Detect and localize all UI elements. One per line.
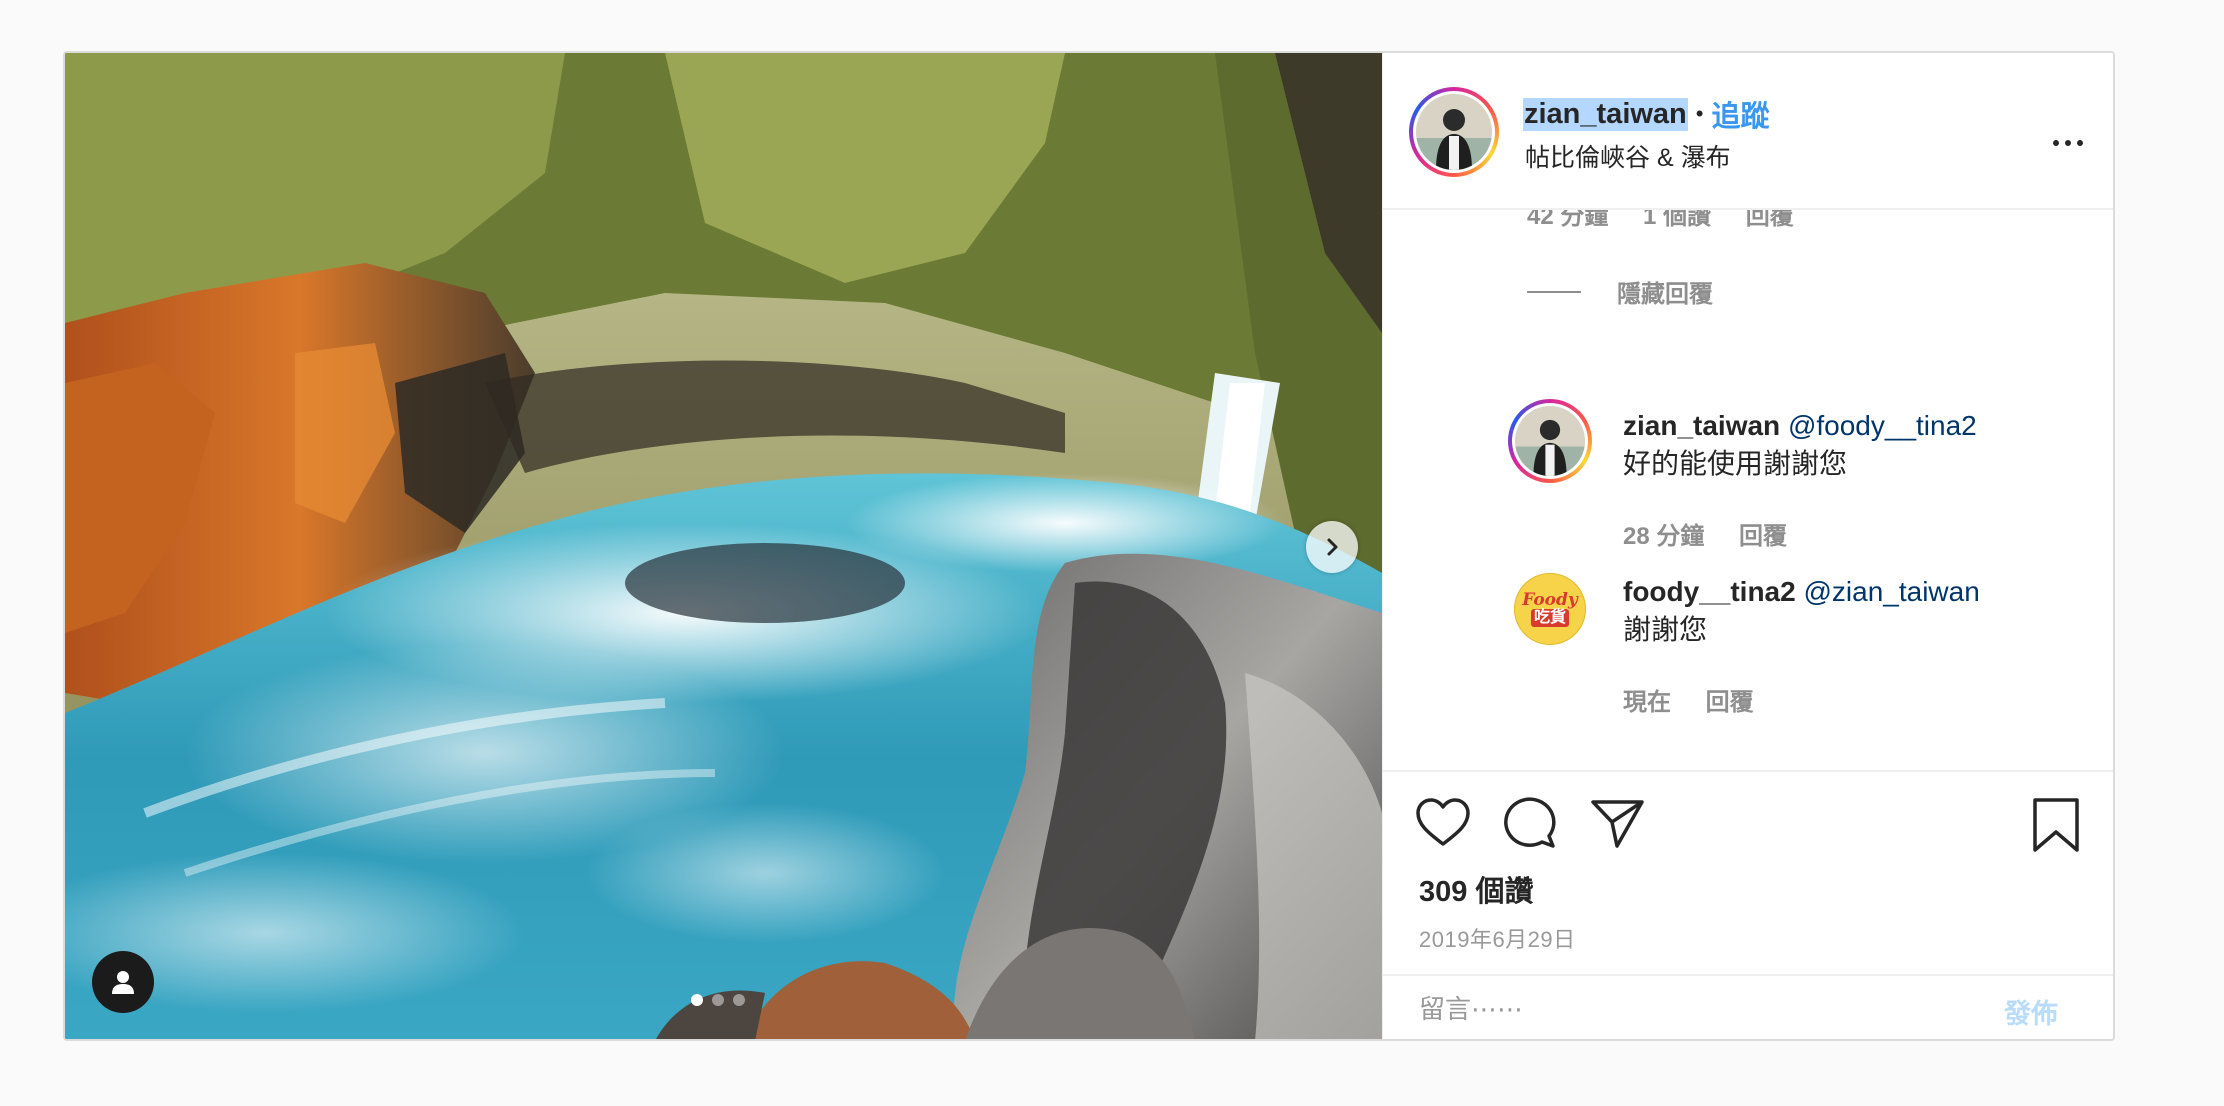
reply-body: 謝謝您	[1623, 614, 1708, 645]
reply-button[interactable]: 回覆	[1739, 523, 1787, 550]
like-count[interactable]: 309 個讚	[1419, 868, 1533, 910]
reply-username[interactable]: zian_taiwan	[1623, 410, 1780, 441]
more-options-icon[interactable]	[2043, 123, 2093, 163]
carousel-dot	[712, 994, 724, 1006]
reply-username[interactable]: foody__tina2	[1623, 576, 1796, 607]
post-comment-button[interactable]: 發佈	[2004, 992, 2058, 1031]
reply-button[interactable]: 回覆	[1706, 689, 1754, 716]
post-header: zian_taiwan • 追蹤 帖比倫峽谷 & 瀑布	[1383, 53, 2113, 210]
author-username[interactable]: zian_taiwan	[1523, 97, 1688, 131]
add-comment-bar: 發佈	[1383, 974, 2113, 1039]
reply-mention[interactable]: @zian_taiwan	[1803, 576, 1979, 607]
reply-meta: 現在 回覆	[1623, 682, 1782, 717]
reply-comment: foody__tina2 @zian_taiwan 謝謝您	[1623, 573, 1980, 649]
chevron-right-icon	[1327, 538, 1338, 556]
hide-replies-label: 隱藏回覆	[1617, 281, 1713, 308]
comment-like-count[interactable]: 1 個讚	[1643, 210, 1711, 230]
previous-comment-meta: 42 分鐘 1 個讚 回覆	[1527, 210, 1822, 231]
carousel-next-button[interactable]	[1306, 521, 1358, 573]
author-avatar-image	[1416, 94, 1492, 170]
follow-button[interactable]: 追蹤	[1711, 93, 1769, 135]
post-actions: 309 個讚 2019年6月29日	[1383, 770, 2113, 974]
reply-button[interactable]: 回覆	[1746, 210, 1794, 230]
post-side-panel: zian_taiwan • 追蹤 帖比倫峽谷 & 瀑布 42 分鐘 1 個讚 回…	[1382, 53, 2113, 1039]
comment-input[interactable]	[1417, 986, 1961, 1032]
user-tag-icon	[112, 971, 134, 994]
reply-comment: zian_taiwan @foody__tina2 好的能使用謝謝您	[1623, 407, 1977, 483]
post-date[interactable]: 2019年6月29日	[1419, 922, 1576, 954]
comment-time: 42 分鐘	[1527, 210, 1609, 230]
reply-meta: 28 分鐘 回覆	[1623, 516, 1815, 551]
bookmark-icon[interactable]	[2031, 796, 2081, 854]
river-canyon-photo	[65, 53, 1382, 1039]
comment-time: 28 分鐘	[1623, 523, 1705, 550]
foody-logo-subtext: 吃貨	[1530, 609, 1569, 627]
tagged-users-button[interactable]	[92, 951, 154, 1013]
share-icon[interactable]	[1590, 796, 1646, 850]
reply-mention[interactable]: @foody__tina2	[1788, 410, 1977, 441]
reply-avatar-zian[interactable]	[1508, 399, 1592, 483]
comment-time: 現在	[1623, 689, 1671, 716]
reply-avatar-foody[interactable]: Foody 吃貨	[1514, 573, 1586, 645]
reply-body: 好的能使用謝謝您	[1623, 448, 1848, 479]
post-card: zian_taiwan • 追蹤 帖比倫峽谷 & 瀑布 42 分鐘 1 個讚 回…	[63, 51, 2115, 1041]
heart-icon[interactable]	[1415, 796, 1471, 848]
replies-divider-line	[1527, 290, 1581, 293]
reply-avatar-image	[1515, 406, 1585, 476]
carousel-dot	[733, 994, 745, 1006]
carousel-dot-active	[691, 994, 703, 1006]
location-link[interactable]: 帖比倫峽谷 & 瀑布	[1525, 138, 1731, 174]
comments-list[interactable]: 42 分鐘 1 個讚 回覆 隱藏回覆 zian_taiwan @foody__t…	[1383, 210, 2113, 770]
header-username-row: zian_taiwan • 追蹤	[1523, 93, 1770, 135]
comment-icon[interactable]	[1502, 796, 1558, 850]
foody-logo-text: Foody	[1522, 590, 1578, 610]
separator-dot: •	[1695, 101, 1704, 126]
post-image[interactable]	[65, 53, 1382, 1039]
carousel-indicators	[691, 994, 745, 1006]
author-avatar[interactable]	[1409, 87, 1499, 177]
hide-replies-button[interactable]: 隱藏回覆	[1527, 274, 1713, 309]
